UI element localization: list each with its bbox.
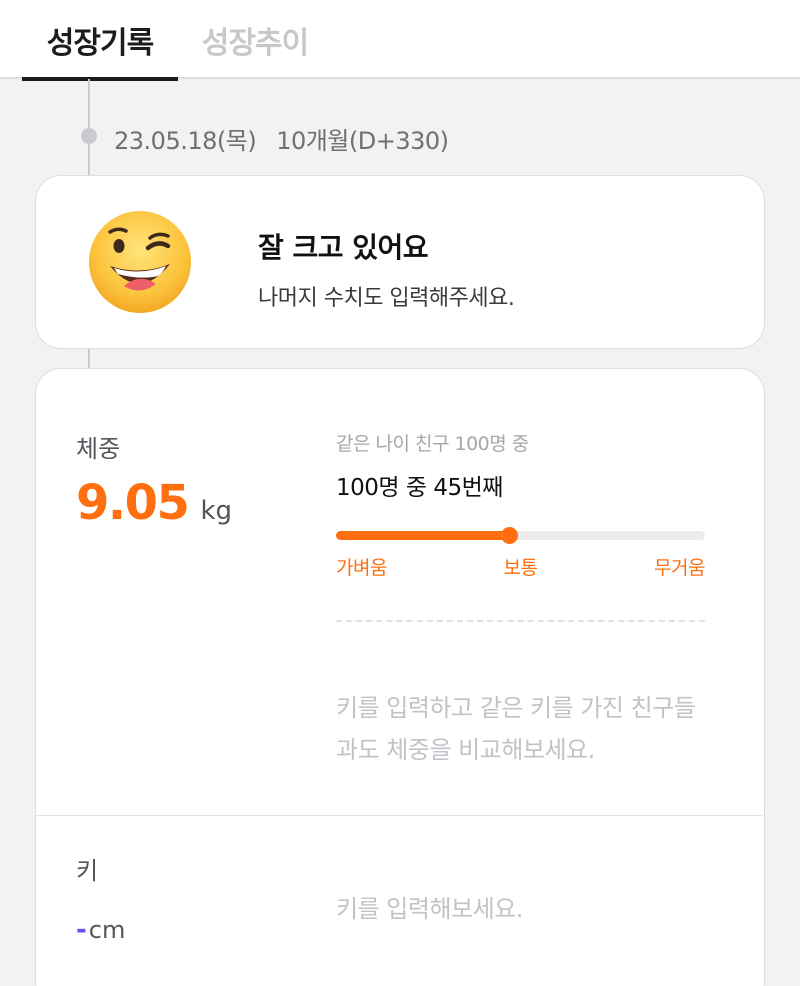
weight-percentile-marker — [501, 527, 519, 544]
scale-label-normal: 보통 — [503, 557, 538, 579]
timeline-dot — [81, 128, 97, 144]
record-date-row: 23.05.18(목) 10개월(D+330) — [114, 120, 449, 156]
record-age: 10개월(D+330) — [276, 126, 449, 155]
compare-hint: 키를 입력하고 같은 키를 가진 친구들과도 체중을 비교해보세요. — [336, 694, 696, 764]
weight-unit: kg — [200, 496, 232, 526]
growth-status-card: 잘 크고 있어요 나머지 수치도 입력해주세요. — [35, 175, 765, 349]
tab-growth-record[interactable]: 성장기록 — [22, 0, 178, 81]
record-date: 23.05.18(목) — [114, 126, 257, 155]
timeline-line-top — [88, 79, 90, 175]
tab-growth-trend[interactable]: 성장추이 — [190, 0, 320, 79]
scale-label-light: 가벼움 — [336, 557, 387, 579]
scale-label-heavy: 무거움 — [654, 557, 705, 579]
weight-label: 체중 — [76, 435, 121, 463]
height-unit: cm — [88, 916, 126, 944]
status-title: 잘 크고 있어요 — [258, 231, 429, 264]
peer-rank: 100명 중 45번째 — [336, 475, 503, 501]
weight-number: 9.05 — [76, 475, 190, 531]
section-divider — [36, 815, 763, 816]
weight-percentile-bar — [336, 527, 705, 544]
weight-scale-labels: 가벼움 보통 무거움 — [336, 553, 705, 580]
timeline-line-middle — [88, 349, 90, 368]
weight-percentile-fill — [336, 531, 510, 540]
height-number: - — [76, 915, 87, 945]
tab-bar: 성장기록 성장추이 — [0, 0, 800, 81]
height-label: 키 — [76, 857, 99, 885]
height-value[interactable]: - cm — [76, 915, 125, 945]
weight-value[interactable]: 9.05 kg — [76, 475, 232, 531]
dashed-divider — [336, 620, 705, 622]
status-subtitle: 나머지 수치도 입력해주세요. — [258, 286, 515, 311]
metrics-card: 체중 9.05 kg 같은 나이 친구 100명 중 100명 중 45번째 가… — [35, 368, 765, 986]
height-input-hint[interactable]: 키를 입력해보세요. — [336, 889, 523, 924]
peer-caption: 같은 나이 친구 100명 중 — [336, 433, 529, 455]
winking-smile-emoji-icon — [89, 211, 191, 313]
